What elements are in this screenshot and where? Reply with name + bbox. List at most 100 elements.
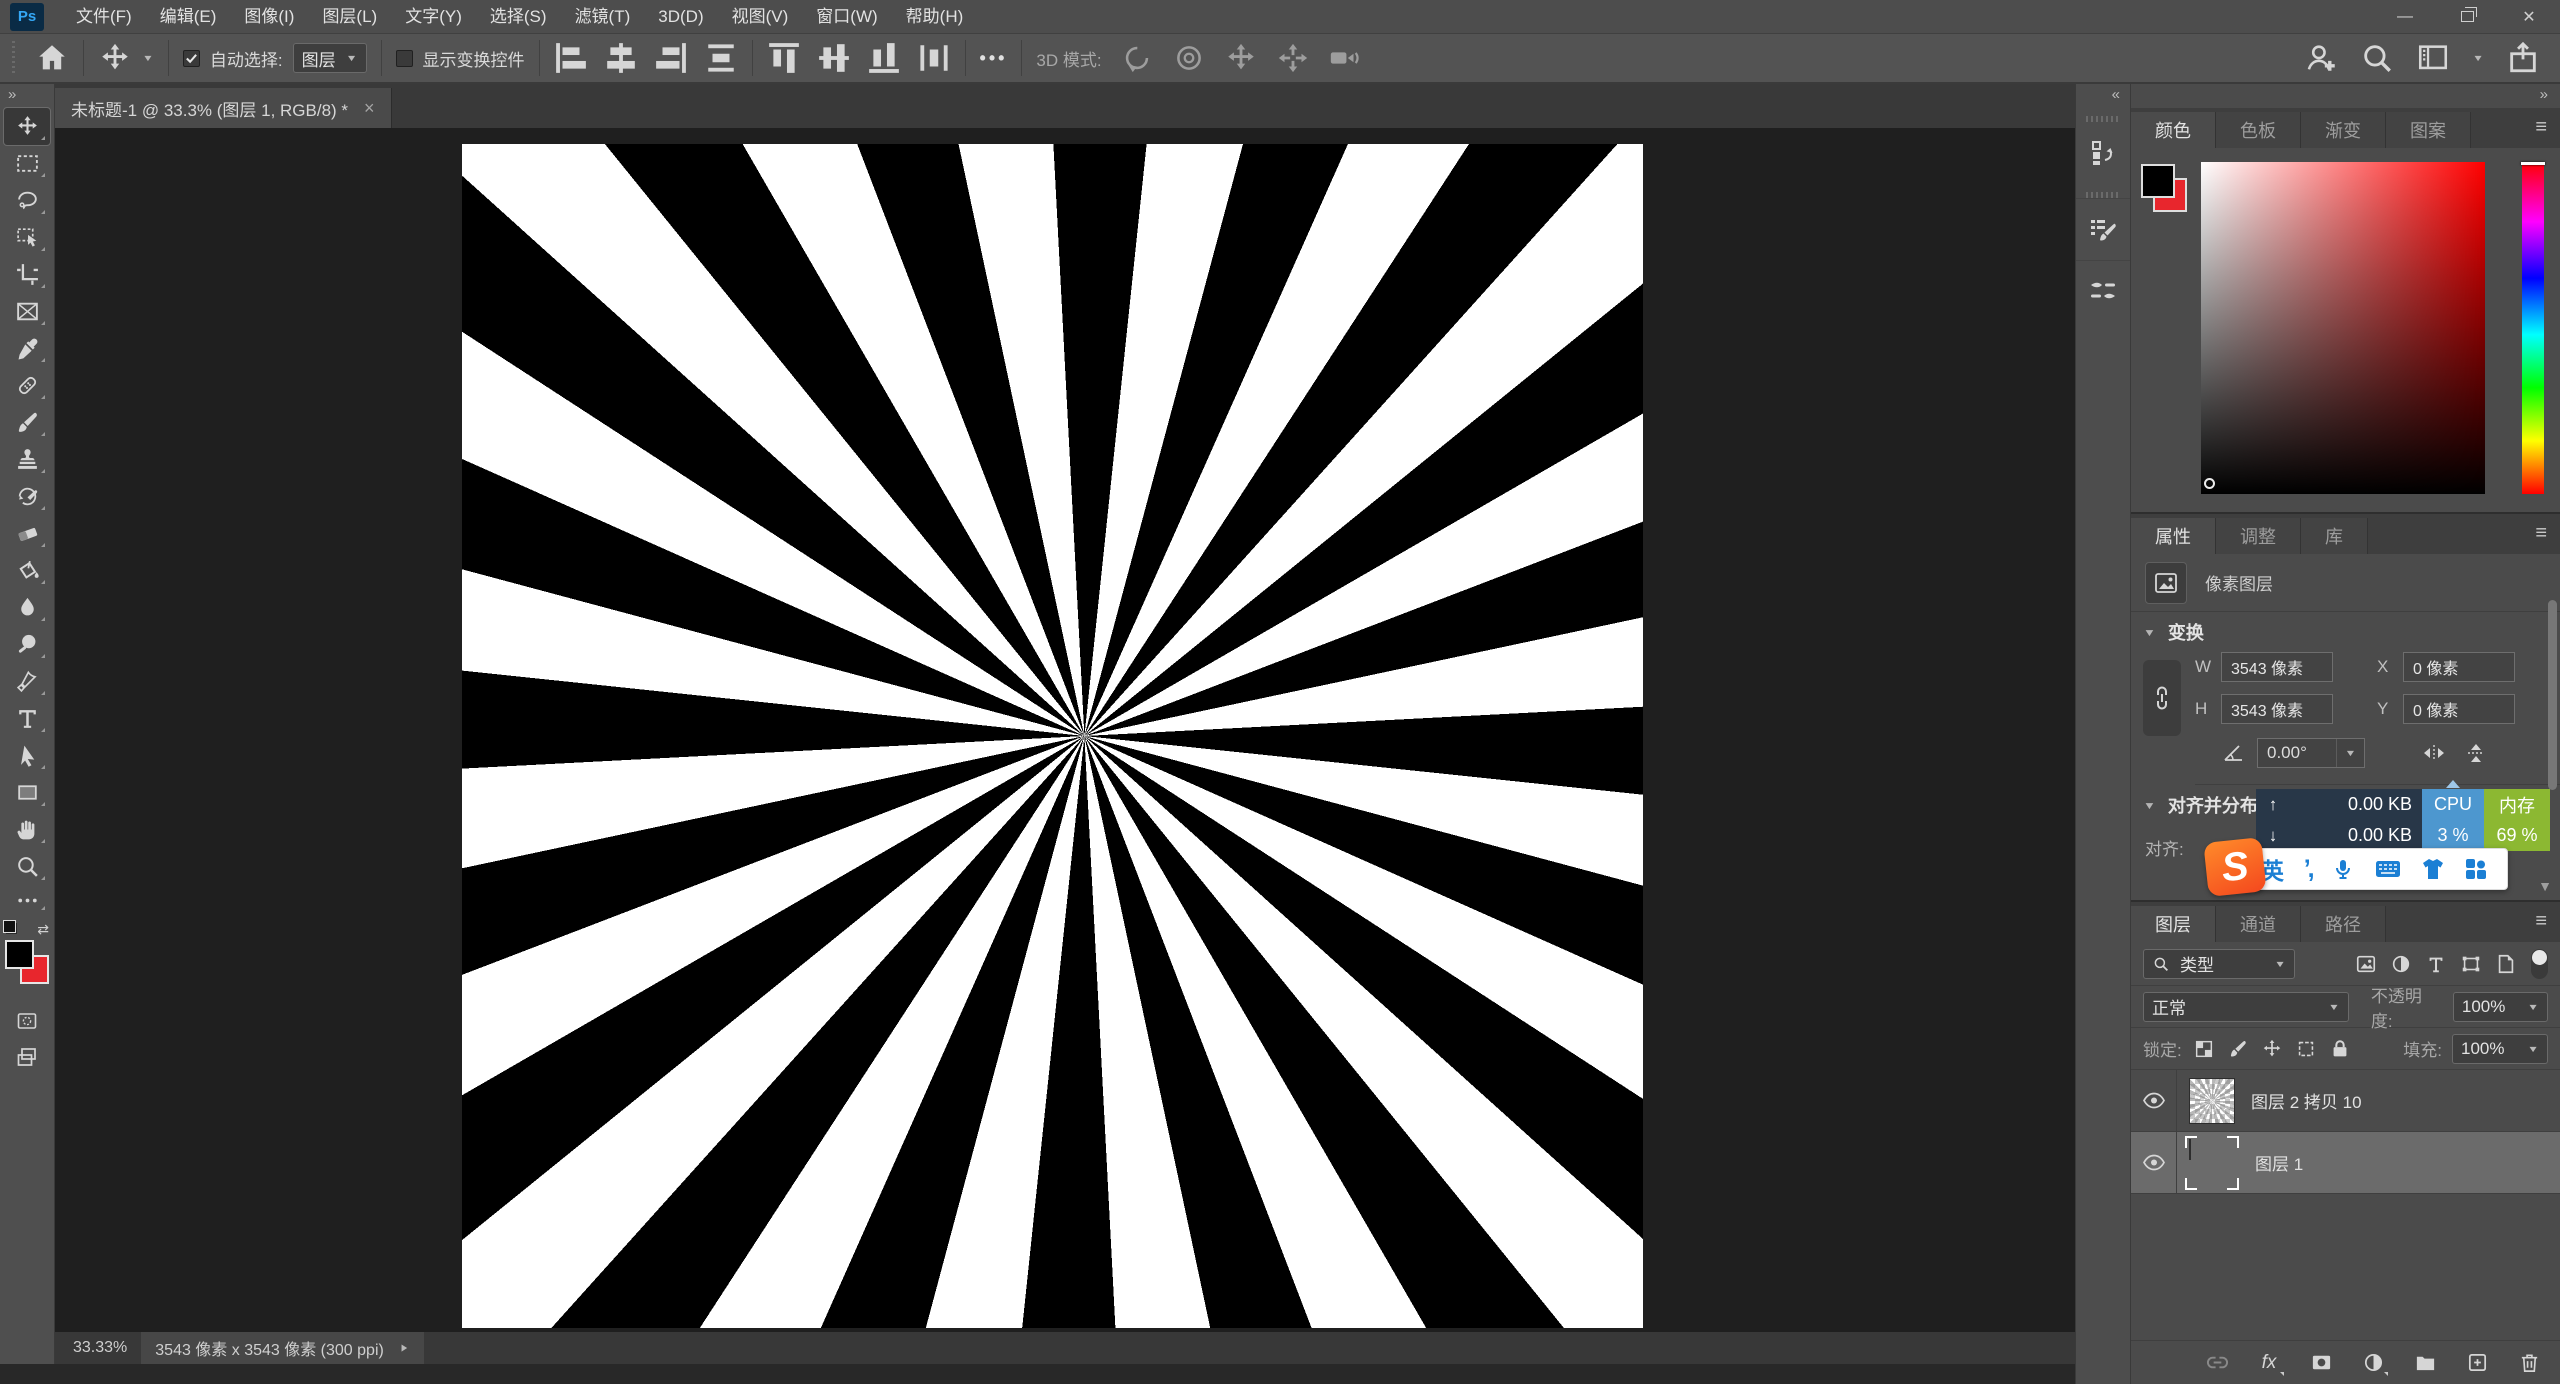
new-group-icon[interactable] xyxy=(2412,1350,2438,1376)
foreground-color-swatch[interactable] xyxy=(5,940,34,969)
ime-toolbox-icon[interactable] xyxy=(2465,858,2487,880)
layer-name[interactable]: 图层 1 xyxy=(2255,1150,2303,1175)
color-picker-indicator[interactable] xyxy=(2204,478,2215,489)
3d-roll-icon[interactable] xyxy=(1172,41,1206,75)
panel-menu-icon[interactable]: ≡ xyxy=(2535,910,2546,933)
align-bottom-edges-icon[interactable] xyxy=(867,41,901,75)
adjustment-layer-icon[interactable] xyxy=(2360,1350,2386,1376)
align-right-edges-icon[interactable] xyxy=(654,41,688,75)
filter-type-layers-icon[interactable] xyxy=(2422,950,2450,978)
default-colors-icon[interactable] xyxy=(6,923,17,934)
tab-paths[interactable]: 路径 xyxy=(2301,906,2386,942)
align-horizontal-centers-icon[interactable] xyxy=(604,41,638,75)
chevron-down-icon[interactable]: ▼ xyxy=(142,53,154,64)
filter-toggle[interactable] xyxy=(2531,949,2548,979)
width-field[interactable]: 3543 像素 xyxy=(2221,652,2333,682)
layer-name[interactable]: 图层 2 拷贝 10 xyxy=(2251,1088,2362,1113)
lock-transparent-pixels-icon[interactable] xyxy=(2192,1035,2216,1063)
tool-eraser[interactable] xyxy=(4,515,50,552)
visibility-eye-icon[interactable] xyxy=(2131,1132,2177,1193)
menu-item[interactable]: 图像(I) xyxy=(230,0,308,34)
account-add-icon[interactable] xyxy=(2304,41,2338,75)
brush-settings-panel-icon[interactable] xyxy=(2076,198,2131,260)
minimize-icon[interactable]: — xyxy=(2374,0,2436,33)
home-icon[interactable] xyxy=(35,41,69,75)
tool-eyedropper[interactable] xyxy=(4,330,50,367)
scrollbar-thumb[interactable] xyxy=(2548,600,2557,790)
tab-close-icon[interactable]: × xyxy=(364,98,375,119)
history-panel-icon[interactable] xyxy=(2076,122,2131,184)
link-layers-icon[interactable] xyxy=(2204,1350,2230,1376)
align-left-edges-icon[interactable] xyxy=(554,41,588,75)
dock-collapse-icon[interactable]: « xyxy=(2112,84,2130,108)
tool-zoom[interactable] xyxy=(4,848,50,885)
filter-smart-objects-icon[interactable] xyxy=(2492,950,2520,978)
distribute-vertical-centers-icon[interactable] xyxy=(704,41,738,75)
menu-item[interactable]: 窗口(W) xyxy=(802,0,891,34)
opacity-dropdown[interactable]: 100% ▼ xyxy=(2453,992,2548,1022)
lock-image-pixels-icon[interactable] xyxy=(2226,1035,2250,1063)
tool-path-selection[interactable] xyxy=(4,737,50,774)
edit-toolbar-icon[interactable] xyxy=(4,885,50,915)
lock-artboard-icon[interactable] xyxy=(2294,1035,2318,1063)
hue-slider[interactable] xyxy=(2522,162,2544,494)
canvas-viewport[interactable] xyxy=(55,128,2075,1332)
menu-item[interactable]: 图层(L) xyxy=(308,0,391,34)
3d-orbit-icon[interactable] xyxy=(1120,41,1154,75)
menu-item[interactable]: 选择(S) xyxy=(476,0,561,34)
filter-pixel-layers-icon[interactable] xyxy=(2352,950,2380,978)
tab-layers[interactable]: 图层 xyxy=(2131,906,2216,942)
ime-keyboard-icon[interactable] xyxy=(2375,859,2401,879)
menu-item[interactable]: 编辑(E) xyxy=(146,0,231,34)
tab-gradients[interactable]: 渐变 xyxy=(2301,112,2386,148)
delete-layer-icon[interactable] xyxy=(2516,1350,2542,1376)
tool-type[interactable] xyxy=(4,700,50,737)
layer-thumbnail-black[interactable] xyxy=(2189,1139,2191,1160)
distribute-horizontal-centers-icon[interactable] xyxy=(917,41,951,75)
y-field[interactable]: 0 像素 xyxy=(2403,694,2515,724)
close-icon[interactable]: ✕ xyxy=(2498,0,2560,33)
menu-item[interactable]: 滤镜(T) xyxy=(561,0,645,34)
chevron-down-icon[interactable]: ▼ xyxy=(2143,626,2156,638)
tool-crop[interactable] xyxy=(4,256,50,293)
foreground-color-swatch[interactable] xyxy=(2141,164,2175,198)
menu-item[interactable]: 视图(V) xyxy=(718,0,803,34)
more-options-icon[interactable]: ••• xyxy=(980,48,1008,69)
brushes-panel-icon[interactable] xyxy=(2076,260,2131,322)
new-layer-icon[interactable] xyxy=(2464,1350,2490,1376)
3d-slide-icon[interactable] xyxy=(1276,41,1310,75)
sogou-logo[interactable]: S xyxy=(2203,837,2266,897)
tool-dodge[interactable] xyxy=(4,626,50,663)
flip-horizontal-icon[interactable] xyxy=(2419,738,2449,768)
ime-skin-icon[interactable] xyxy=(2421,858,2445,880)
tab-color[interactable]: 颜色 xyxy=(2131,112,2216,148)
swap-colors-icon[interactable]: ⇄ xyxy=(37,921,49,938)
tool-brush[interactable] xyxy=(4,404,50,441)
fill-dropdown[interactable]: 100% ▼ xyxy=(2452,1034,2548,1064)
3d-pan-icon[interactable] xyxy=(1224,41,1258,75)
tool-move[interactable] xyxy=(4,108,50,145)
lock-all-icon[interactable] xyxy=(2328,1035,2352,1063)
chevron-down-icon[interactable]: ▼ xyxy=(2336,739,2364,767)
3d-camera-icon[interactable] xyxy=(1328,41,1362,75)
document-tab[interactable]: 未标题-1 @ 33.3% (图层 1, RGB/8) * × xyxy=(55,88,392,128)
tool-history-brush[interactable] xyxy=(4,478,50,515)
workspace-icon[interactable] xyxy=(2416,41,2450,75)
tab-adjustments[interactable]: 调整 xyxy=(2216,518,2301,554)
chevron-down-icon[interactable]: ▼ xyxy=(2143,799,2156,811)
tool-spot-healing-brush[interactable] xyxy=(4,367,50,404)
menu-item[interactable]: 文字(Y) xyxy=(391,0,476,34)
move-tool-preset-icon[interactable] xyxy=(98,41,132,75)
auto-select-dropdown[interactable]: 图层▼ xyxy=(293,43,367,73)
auto-select-checkbox[interactable] xyxy=(183,50,200,67)
panel-menu-icon[interactable]: ≡ xyxy=(2535,116,2546,139)
chevron-down-icon[interactable]: ▼ xyxy=(2472,53,2484,64)
restore-icon[interactable] xyxy=(2436,0,2498,33)
scroll-down-icon[interactable]: ▼ xyxy=(2538,878,2552,894)
tool-rectangle-shape[interactable] xyxy=(4,774,50,811)
align-vertical-centers-icon[interactable] xyxy=(817,41,851,75)
blend-mode-dropdown[interactable]: 正常 ▼ xyxy=(2143,992,2349,1022)
ime-punctuation-icon[interactable]: ’, xyxy=(2304,864,2312,874)
search-icon[interactable] xyxy=(2360,41,2394,75)
filter-adjustment-layers-icon[interactable] xyxy=(2387,950,2415,978)
